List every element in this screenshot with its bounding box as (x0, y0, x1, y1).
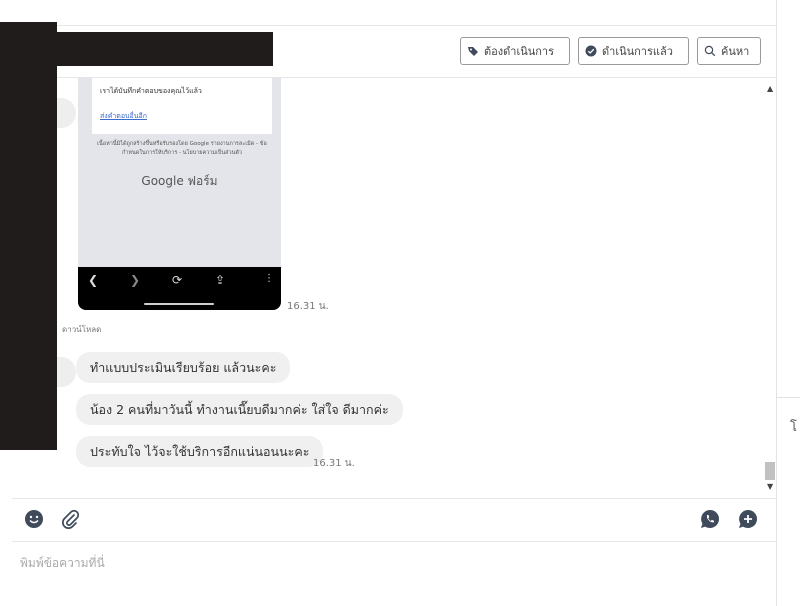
done-button[interactable]: ดำเนินการแล้ว (578, 37, 689, 65)
redacted-contact-name (57, 32, 273, 66)
form-resubmit-link: ส่งคำตอบอื่นอีก (100, 112, 147, 120)
phone-icon[interactable] (700, 509, 720, 529)
forward-icon: ❯ (130, 273, 141, 287)
google-forms-logo: Google ฟอร์ม (141, 174, 218, 188)
panel-divider-horizontal (777, 397, 800, 398)
scrollbar-thumb[interactable] (765, 462, 775, 480)
form-confirmation-text: เราได้บันทึกคำตอบของคุณไว้แล้ว (100, 87, 202, 95)
message-bubble: น้อง 2 คนที่มาวันนี้ ทำงานเนี๊ยบดีมากค่ะ… (76, 394, 403, 425)
form-confirmation-card: เราได้บันทึกคำตอบของคุณไว้แล้ว ส่งคำตอบอ… (92, 78, 272, 134)
message-bubble: ทำแบบประเมินเรียบร้อย แล้วนะคะ (76, 352, 291, 383)
emoji-icon[interactable] (24, 509, 44, 529)
avatar (56, 357, 76, 387)
message-timestamp: 16.31 น. (287, 301, 329, 312)
home-indicator (144, 303, 214, 305)
tag-icon (468, 47, 478, 56)
scroll-up-icon[interactable]: ▲ (767, 84, 773, 93)
right-panel-text: โ (790, 420, 797, 435)
todo-button[interactable]: ต้องดำเนินการ (460, 37, 570, 65)
back-icon: ❮ (88, 273, 99, 287)
todo-button-label: ต้องดำเนินการ (484, 45, 554, 58)
search-button[interactable]: ค้นหา (697, 37, 761, 65)
message-text: ประทับใจ ไว้จะใช้บริการอีกแน่นอนนะคะ (90, 443, 310, 459)
reload-icon: ⟳ (172, 273, 183, 287)
composer-toolbar (12, 498, 776, 541)
chat-app: โ ต้องดำเนินการ ดำเนินการแล้ว ค้นหา เราไ… (0, 0, 800, 606)
panel-divider (776, 0, 777, 606)
done-button-label: ดำเนินการแล้ว (602, 45, 673, 58)
share-icon: ⇪ (215, 273, 226, 287)
image-message[interactable]: เราได้บันทึกคำตอบของคุณไว้แล้ว ส่งคำตอบอ… (78, 78, 281, 310)
message-text: ทำแบบประเมินเรียบร้อย แล้วนะคะ (90, 359, 277, 375)
message-list[interactable]: เราได้บันทึกคำตอบของคุณไว้แล้ว ส่งคำตอบอ… (12, 78, 764, 498)
message-composer[interactable]: พิมพ์ข้อความที่นี่ (12, 541, 776, 606)
chat-scrollbar[interactable]: ▲ ▼ (764, 78, 776, 498)
add-message-icon[interactable] (738, 509, 758, 529)
attachment-icon[interactable] (60, 509, 80, 529)
message-input-placeholder[interactable]: พิมพ์ข้อความที่นี่ (20, 554, 105, 573)
form-footer-text: เนื้อหานี้มิได้ถูกสร้างขึ้นหรือรับรองโดย… (97, 141, 267, 156)
message-bubble: ประทับใจ ไว้จะใช้บริการอีกแน่นอนนะคะ (76, 436, 324, 467)
redacted-area (0, 22, 57, 450)
check-circle-icon (585, 45, 597, 57)
scroll-down-icon[interactable]: ▼ (767, 482, 773, 491)
phone-nav-bar: ❮ ❯ ⟳ ⇪ ⋮ (78, 267, 281, 310)
message-text: น้อง 2 คนที่มาวันนี้ ทำงานเนี๊ยบดีมากค่ะ… (90, 401, 389, 417)
search-button-label: ค้นหา (721, 45, 750, 58)
avatar (56, 98, 76, 128)
download-link[interactable]: ดาวน์โหลด (62, 323, 101, 336)
more-icon: ⋮ (264, 273, 274, 284)
search-icon (704, 45, 716, 57)
message-timestamp: 16.31 น. (313, 458, 355, 469)
